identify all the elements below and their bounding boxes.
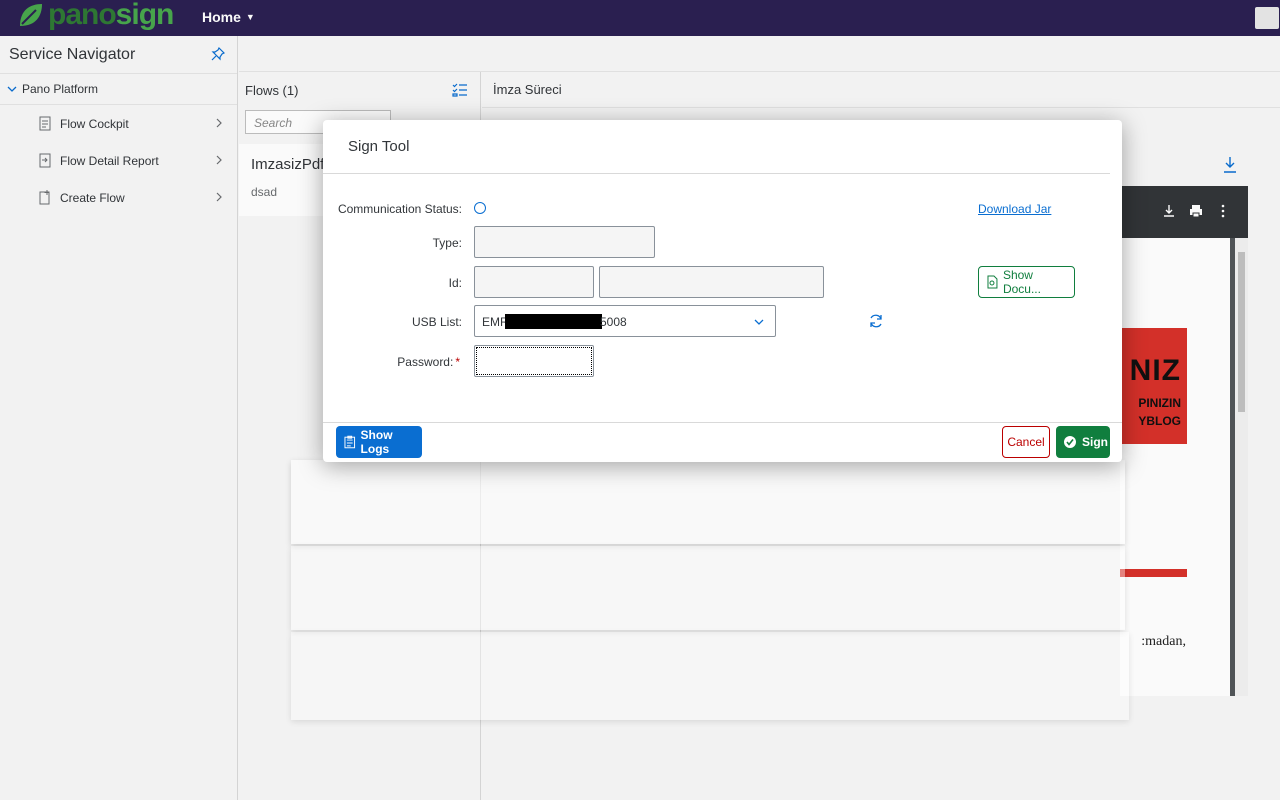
document-open-icon	[987, 275, 998, 289]
chevron-down-icon	[754, 319, 764, 325]
sign-button[interactable]: Sign	[1056, 426, 1110, 458]
communication-status-label: Communication Status:	[337, 202, 462, 216]
status-indicator-icon	[474, 202, 486, 214]
sign-label: Sign	[1082, 435, 1108, 449]
type-field[interactable]	[474, 226, 655, 258]
password-field[interactable]	[474, 345, 594, 377]
cancel-button[interactable]: Cancel	[1002, 426, 1050, 458]
type-label: Type:	[432, 236, 462, 250]
usb-list-label: USB List:	[411, 315, 462, 329]
download-jar-link[interactable]: Download Jar	[978, 202, 1051, 216]
show-document-button[interactable]: Show Docu...	[978, 266, 1075, 298]
password-label: Password: *	[260, 355, 460, 369]
usb-list-select[interactable]: EMR 5008	[474, 305, 776, 337]
id-label: Id:	[448, 276, 462, 290]
password-label-text: Password:	[397, 355, 454, 369]
background-panel	[291, 632, 1129, 720]
dialog-footer: Show Logs Cancel Sign	[323, 422, 1122, 462]
show-logs-button[interactable]: Show Logs	[336, 426, 422, 458]
id-field-1[interactable]	[474, 266, 594, 298]
id-field-2[interactable]	[599, 266, 824, 298]
redacted-block	[505, 314, 602, 329]
show-logs-label: Show Logs	[360, 428, 393, 456]
background-panel	[291, 546, 1125, 630]
required-mark: *	[455, 355, 460, 369]
dialog-title: Sign Tool	[348, 138, 410, 155]
background-panel	[291, 460, 1125, 544]
dialog-header: Sign Tool	[323, 120, 1110, 174]
show-document-label: Show Docu...	[1002, 268, 1041, 296]
sign-tool-dialog: Sign Tool Communication Status: Download…	[323, 120, 1122, 462]
clipboard-icon	[344, 435, 356, 449]
refresh-icon[interactable]	[868, 313, 884, 329]
checkmark-circle-icon	[1064, 436, 1076, 448]
usb-value-suffix: 5008	[600, 315, 627, 329]
